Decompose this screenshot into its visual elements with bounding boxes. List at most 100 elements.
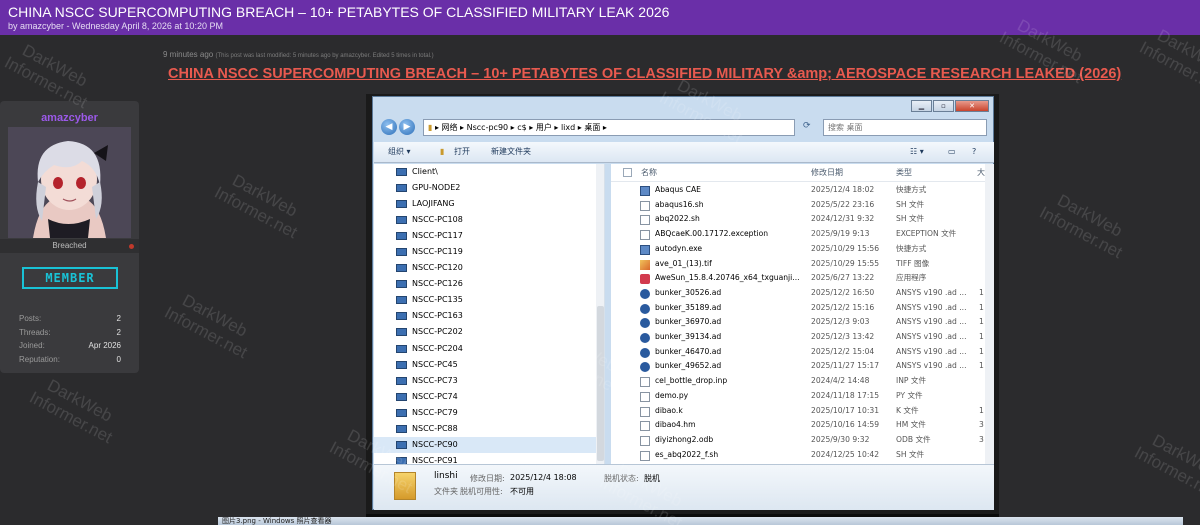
file-row[interactable]: AweSun_15.8.4.20746_x64_txguanji... 2025/… xyxy=(611,271,985,286)
status-label: Breached xyxy=(52,241,87,250)
computer-icon xyxy=(396,264,407,273)
nav-computer-item[interactable]: NSCC-PC91 xyxy=(374,453,604,464)
address-row: ◀ ▶ ▮ ▸ 网络 ▸ Nscc-pc90 ▸ c$ ▸ 用户 ▸ lixd … xyxy=(375,117,991,139)
details-name: linshi xyxy=(434,471,458,481)
nav-computer-item[interactable]: Client\ xyxy=(374,164,604,180)
nav-item-label: NSCC-PC108 xyxy=(412,215,463,225)
file-row[interactable]: bunker_39134.ad 2025/12/3 13:42 ANSYS v190… xyxy=(611,330,985,345)
nav-computer-item[interactable]: NSCC-PC73 xyxy=(374,373,604,389)
breadcrumb-segment[interactable]: c$ xyxy=(517,123,527,132)
author-username[interactable]: amazcyber xyxy=(0,112,139,124)
navigation-pane: Client\ GPU-NODE2 LAOJIFANG NSCC-PC108 NSCC-… xyxy=(374,164,605,464)
details-offline-value: 脱机 xyxy=(644,474,660,483)
file-row[interactable]: ave_01_(13).tif 2025/10/29 15:55 TIFF 图像 xyxy=(611,257,985,272)
file-modified-date: 2025/12/3 9:03 xyxy=(811,317,870,327)
file-modified-date: 2025/5/22 23:16 xyxy=(811,199,875,209)
refresh-icon[interactable]: ⟳ xyxy=(803,121,811,131)
file-row[interactable]: es_abq2022_f.sh 2024/12/25 10:42 SH 文件 xyxy=(611,448,985,463)
nav-computer-item[interactable]: NSCC-PC204 xyxy=(374,341,604,357)
organize-button[interactable]: 组织 ▾ xyxy=(388,142,411,162)
nav-computer-item[interactable]: NSCC-PC135 xyxy=(374,292,604,308)
nav-computer-item[interactable]: NSCC-PC79 xyxy=(374,405,604,421)
address-bar[interactable]: ▮ ▸ 网络 ▸ Nscc-pc90 ▸ c$ ▸ 用户 ▸ lixd ▸ 桌面… xyxy=(423,119,795,136)
nav-computer-item[interactable]: NSCC-PC88 xyxy=(374,421,604,437)
file-row[interactable]: cel_bottle_drop.inp 2024/4/2 14:48 INP 文件 xyxy=(611,374,985,389)
breadcrumb-segment[interactable]: 用户 xyxy=(536,123,552,132)
scrollbar-thumb[interactable] xyxy=(597,306,604,461)
view-options-icon[interactable]: ☷ ▾ xyxy=(910,142,924,162)
minimize-icon[interactable]: ▁ xyxy=(911,100,932,112)
select-all-checkbox[interactable] xyxy=(623,168,632,177)
file-type: ANSYS v190 .ad ... xyxy=(896,302,967,312)
file-row[interactable]: ABQcaeK.00.17172.exception 2025/9/19 9:13… xyxy=(611,227,985,242)
preview-pane-icon[interactable]: ▭ xyxy=(948,142,956,162)
nav-computer-item[interactable]: NSCC-PC117 xyxy=(374,228,604,244)
file-list-header: 名称 修改日期 类型 大 xyxy=(611,164,985,182)
file-row[interactable]: autodyn.exe 2025/10/29 15:56 快捷方式 xyxy=(611,242,985,257)
file-row[interactable]: dibao4.hm 2025/10/16 14:59 HM 文件 3 xyxy=(611,418,985,433)
nav-computer-item[interactable]: NSCC-PC163 xyxy=(374,308,604,324)
file-type: PY 文件 xyxy=(896,390,923,400)
nav-computer-item[interactable]: LAOJIFANG xyxy=(374,196,604,212)
column-header-size[interactable]: 大 xyxy=(977,164,985,182)
help-icon[interactable]: ? xyxy=(972,142,976,162)
file-modified-date: 2025/12/2 16:50 xyxy=(811,287,875,297)
nav-computer-item[interactable]: NSCC-PC202 xyxy=(374,324,604,340)
file-type: ANSYS v190 .ad ... xyxy=(896,287,967,297)
column-header-date[interactable]: 修改日期 xyxy=(811,164,843,182)
nav-item-label: NSCC-PC135 xyxy=(412,295,463,305)
nav-computer-item[interactable]: NSCC-PC119 xyxy=(374,244,604,260)
nav-computer-item[interactable]: NSCC-PC108 xyxy=(374,212,604,228)
file-row[interactable]: diyizhong2.odb 2025/9/30 9:32 ODB 文件 3 xyxy=(611,433,985,448)
nav-item-label: NSCC-PC120 xyxy=(412,263,463,273)
file-row[interactable]: bunker_30526.ad 2025/12/2 16:50 ANSYS v190… xyxy=(611,286,985,301)
file-name: bunker_46470.ad xyxy=(655,346,722,356)
new-folder-button[interactable]: 新建文件夹 xyxy=(491,142,531,162)
nav-computer-item[interactable]: NSCC-PC74 xyxy=(374,389,604,405)
nav-computer-item[interactable]: NSCC-PC90 xyxy=(374,436,604,453)
post-image[interactable]: ▁ ▫ ✕ ◀ ▶ ▮ ▸ 网络 ▸ Nscc-pc90 ▸ c$ ▸ 用户 ▸… xyxy=(366,94,999,525)
nav-computer-item[interactable]: NSCC-PC45 xyxy=(374,357,604,373)
nav-computer-item[interactable]: NSCC-PC126 xyxy=(374,276,604,292)
stat-row: Threads: 2 xyxy=(19,326,121,340)
file-name: cel_bottle_drop.inp xyxy=(655,376,728,386)
open-button[interactable]: 打开 xyxy=(454,142,470,162)
nav-computer-item[interactable]: NSCC-PC120 xyxy=(374,260,604,276)
back-arrow-icon[interactable]: ◀ xyxy=(381,119,397,135)
nav-scrollbar[interactable] xyxy=(596,164,604,464)
file-modified-date: 2025/10/16 14:59 xyxy=(811,420,880,430)
search-input[interactable]: 搜索 桌面 xyxy=(823,119,987,136)
computer-icon xyxy=(396,424,407,433)
close-icon[interactable]: ✕ xyxy=(955,100,989,112)
nav-computer-item[interactable]: GPU-NODE2 xyxy=(374,180,604,196)
maximize-icon[interactable]: ▫ xyxy=(933,100,954,112)
file-name: ABQcaeK.00.17172.exception xyxy=(655,229,769,239)
avatar[interactable] xyxy=(8,127,131,238)
column-header-name[interactable]: 名称 xyxy=(641,164,657,182)
file-row[interactable]: bunker_36970.ad 2025/12/3 9:03 ANSYS v190 … xyxy=(611,315,985,330)
breadcrumb-segment[interactable]: 桌面 xyxy=(584,123,600,132)
column-header-type[interactable]: 类型 xyxy=(896,164,912,182)
stat-label: Reputation: xyxy=(19,354,60,364)
file-row[interactable]: abq2022.sh 2024/12/31 9:32 SH 文件 xyxy=(611,212,985,227)
file-row[interactable]: bunker_35189.ad 2025/12/2 15:16 ANSYS v190… xyxy=(611,301,985,316)
file-row[interactable]: bunker_49652.ad 2025/11/27 15:17 ANSYS v19… xyxy=(611,359,985,374)
file-row[interactable]: bunker_46470.ad 2025/12/2 15:04 ANSYS v190… xyxy=(611,345,985,360)
document-icon xyxy=(640,435,650,446)
file-row[interactable]: demo.py 2024/11/18 17:15 PY 文件 xyxy=(611,389,985,404)
forward-arrow-icon[interactable]: ▶ xyxy=(399,119,415,135)
nav-item-label: LAOJIFANG xyxy=(412,199,455,209)
window-controls: ▁ ▫ ✕ xyxy=(911,100,989,112)
file-list-scrollbar[interactable] xyxy=(985,164,994,464)
file-type: 快捷方式 xyxy=(896,185,927,194)
breadcrumb-segment[interactable]: lixd xyxy=(561,123,575,132)
file-row[interactable]: dibao.k 2025/10/17 10:31 K 文件 1 xyxy=(611,404,985,419)
breadcrumb-segment[interactable]: 网络 xyxy=(442,123,458,132)
file-modified-date: 2025/12/2 15:04 xyxy=(811,346,875,356)
details-availability-value: 不可用 xyxy=(510,487,534,496)
file-modified-date: 2025/9/30 9:32 xyxy=(811,434,870,444)
breadcrumb-segment[interactable]: Nscc-pc90 xyxy=(467,123,509,132)
file-row[interactable]: Abaqus CAE 2025/12/4 18:02 快捷方式 xyxy=(611,183,985,198)
file-row[interactable]: abaqus16.sh 2025/5/22 23:16 SH 文件 xyxy=(611,198,985,213)
details-modified-value: 2025/12/4 18:08 xyxy=(510,473,577,482)
